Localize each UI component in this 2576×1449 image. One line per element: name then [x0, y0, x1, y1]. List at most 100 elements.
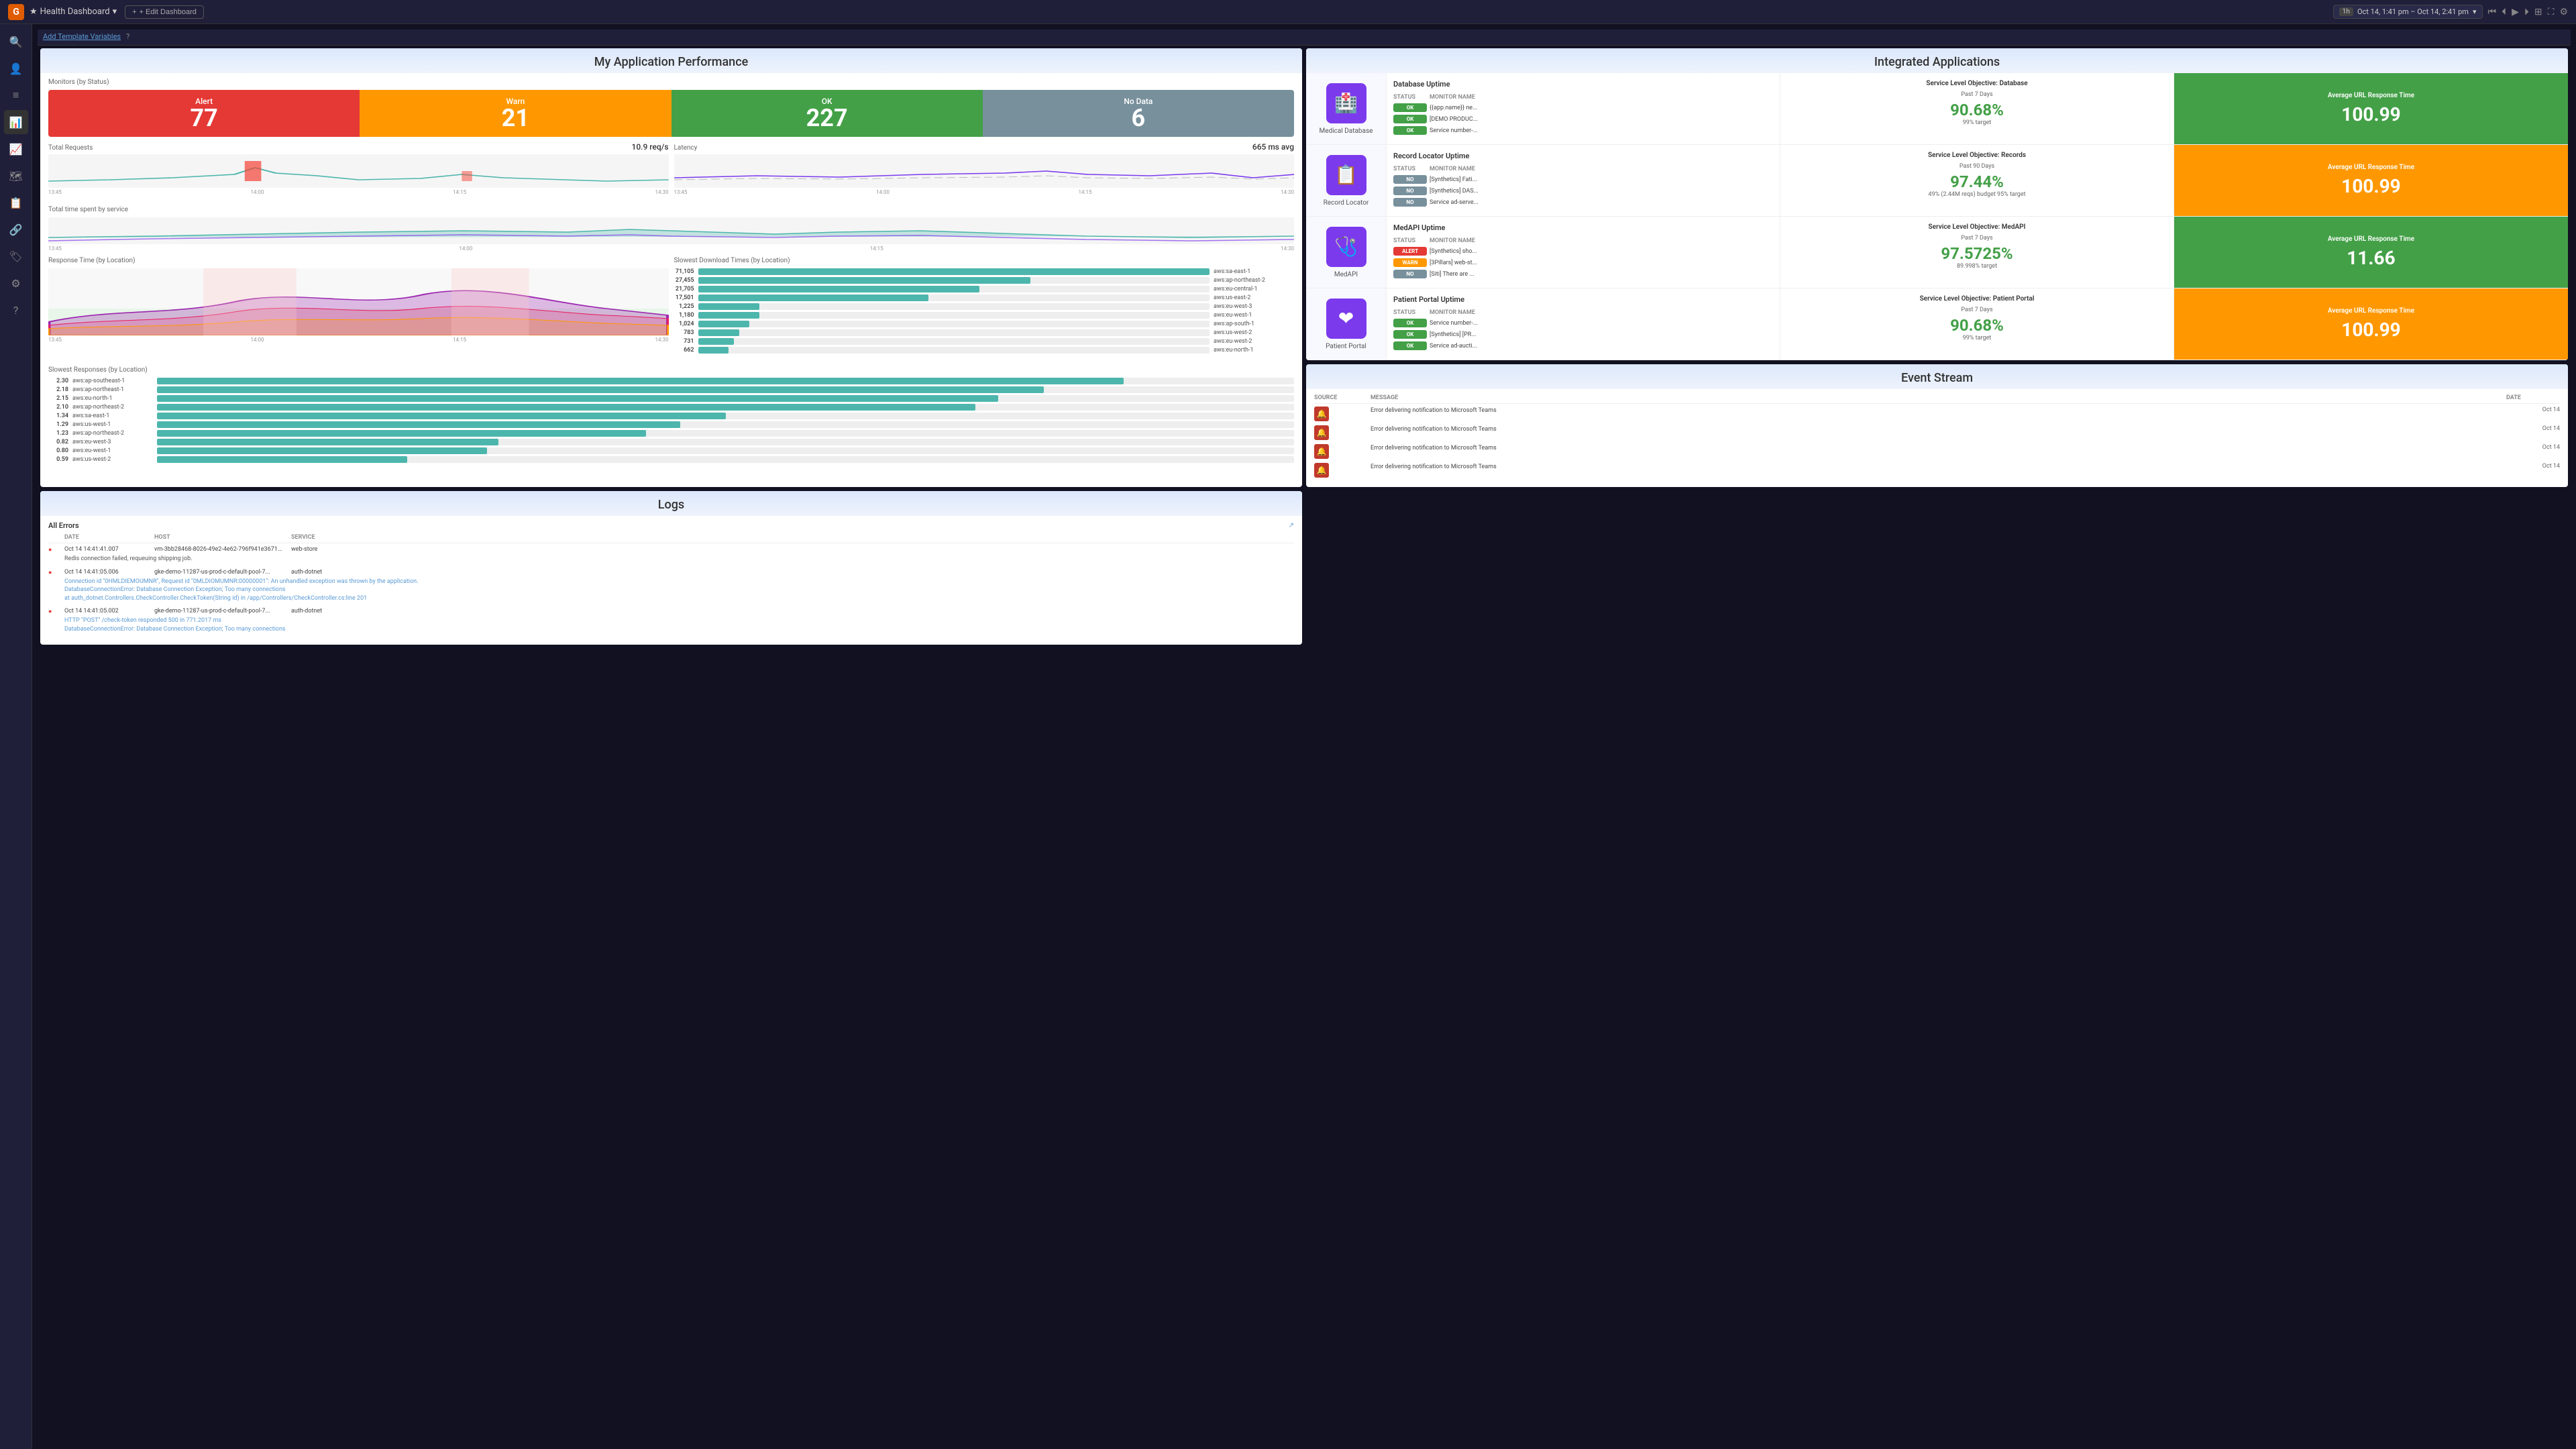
help-icon[interactable]: ? — [126, 32, 129, 41]
status-box-warn[interactable]: Warn 21 — [360, 90, 671, 137]
star-icon[interactable]: ★ — [30, 7, 38, 17]
plus-icon: + — [132, 8, 136, 16]
bar-fill — [157, 447, 487, 454]
uptime-title: Patient Portal Uptime — [1393, 295, 1773, 304]
uptime-row: NO [Synthetics] Fati... — [1393, 175, 1773, 184]
bar-track — [698, 329, 1210, 336]
response-label: aws:us-west-2 — [72, 456, 153, 463]
response-value: 1.34 — [48, 413, 68, 419]
total-requests-value: 10.9 req/s — [632, 142, 669, 152]
bar-track — [157, 378, 1294, 384]
event-row: 🔔 Error delivering notification to Micro… — [1314, 407, 2560, 421]
event-date: Oct 14 — [2506, 425, 2560, 432]
log-row: ● Oct 14 14:41:05.002 gke-demo-11287-us-… — [48, 608, 1294, 635]
event-message: Error delivering notification to Microso… — [1371, 463, 2504, 472]
grid-view-button[interactable]: ⊞ — [2534, 6, 2542, 17]
bar-track — [698, 321, 1210, 327]
play-button[interactable]: ▶ — [2512, 6, 2519, 17]
bar-track — [698, 294, 1210, 301]
time-spent-label: Total time spent by service — [48, 206, 1294, 213]
nav-right: 1h Oct 14, 1:41 pm – Oct 14, 2:41 pm ▾ ⏮… — [2333, 5, 2568, 19]
event-date: Oct 14 — [2506, 444, 2560, 451]
log-indicator: ● — [48, 546, 62, 553]
slo-cell: Service Level Objective: Patient Portal … — [1780, 288, 2174, 360]
log-date: Oct 14 14:41:41.007 — [64, 546, 152, 553]
response-label: aws:eu-north-1 — [72, 395, 153, 402]
sidebar-item-search[interactable]: 🔍 — [4, 30, 28, 54]
dashboard-title: Health Dashboard — [40, 7, 110, 17]
sidebar-item-help[interactable]: ? — [4, 298, 28, 322]
bar-track — [157, 456, 1294, 463]
time-range-selector[interactable]: 1h Oct 14, 1:41 pm – Oct 14, 2:41 pm ▾ — [2333, 5, 2483, 19]
sidebar-item-list[interactable]: ≡ — [4, 83, 28, 107]
log-service: auth-dotnet — [291, 569, 358, 576]
slo-period: Past 7 Days — [1787, 91, 2167, 98]
forward-button[interactable]: ⏵ — [2524, 6, 2529, 17]
time-range-text: Oct 14, 1:41 pm – Oct 14, 2:41 pm — [2357, 7, 2469, 16]
total-requests-chart-area — [48, 154, 669, 188]
sidebar-item-user[interactable]: 👤 — [4, 56, 28, 80]
response-label: aws:eu-west-3 — [72, 439, 153, 445]
event-row: 🔔 Error delivering notification to Micro… — [1314, 444, 2560, 459]
charts-row: Total Requests 10.9 req/s 13:4514:0014: — [40, 142, 1302, 201]
status-box-alert[interactable]: Alert 77 — [48, 90, 360, 137]
total-requests-axis: 13:4514:0014:1514:30 — [48, 189, 669, 195]
fullscreen-button[interactable]: ⛶ — [2548, 6, 2555, 17]
slowest-download-label: Slowest Download Times (by Location) — [674, 257, 1295, 264]
download-bar-item: 21,705 aws:eu-central-1 — [674, 286, 1295, 292]
settings-button[interactable]: ⚙ — [2559, 6, 2568, 17]
status-box-ok[interactable]: OK 227 — [672, 90, 983, 137]
slo-title: Service Level Objective: MedAPI — [1787, 223, 2167, 231]
back-button[interactable]: ⏴ — [2502, 6, 2506, 17]
download-value: 27,455 — [674, 277, 694, 284]
right-column: Integrated Applications 🏥 Medical Databa… — [1306, 48, 2568, 487]
download-label: aws:ap-northeast-2 — [1214, 277, 1294, 284]
sidebar-item-tags[interactable]: 🏷 — [4, 244, 28, 268]
avg-resp-value: 100.99 — [2341, 103, 2400, 125]
chevron-down-icon[interactable]: ▾ — [113, 7, 117, 17]
download-chart: 71,105 aws:sa-east-1 27,455 aws:ap-north… — [674, 268, 1295, 354]
download-bar-item: 1,180 aws:eu-west-1 — [674, 312, 1295, 319]
monitor-name: Service ad-aucti... — [1430, 343, 1773, 350]
app-icon: ❤ — [1326, 299, 1366, 339]
uptime-cell: MedAPI Uptime STATUSMONITOR NAME ALERT [… — [1387, 217, 1780, 288]
slo-cell: Service Level Objective: MedAPI Past 7 D… — [1780, 217, 2174, 288]
status-box-nodata[interactable]: No Data 6 — [983, 90, 1294, 137]
download-bar-item: 27,455 aws:ap-northeast-2 — [674, 277, 1295, 284]
latency-label: Latency — [674, 144, 698, 152]
avg-resp-title: Average URL Response Time — [2328, 235, 2414, 243]
response-time-section: Response Time (by Location) — [48, 257, 669, 356]
uptime-cell: Record Locator Uptime STATUSMONITOR NAME… — [1387, 145, 1780, 216]
uptime-cell: Database Uptime STATUSMONITOR NAME OK {{… — [1387, 73, 1780, 144]
download-label: aws:eu-west-1 — [1214, 312, 1294, 319]
uptime-col-headers: STATUSMONITOR NAME — [1393, 237, 1773, 244]
main-content: Add Template Variables ? My Application … — [32, 24, 2576, 1449]
logs-external-link[interactable]: ↗ — [1289, 522, 1294, 529]
response-value: 2.15 — [48, 395, 68, 402]
sidebar-item-map[interactable]: 🗺 — [4, 164, 28, 188]
add-template-variables-link[interactable]: Add Template Variables — [43, 32, 121, 41]
monitor-name: [Synthetics] Fati... — [1430, 176, 1773, 183]
uptime-row: OK [DEMO PRODUC... — [1393, 115, 1773, 123]
response-label: aws:ap-southeast-1 — [72, 378, 153, 384]
uptime-row: NO [Siti] There are ... — [1393, 270, 1773, 278]
status-badge: NO — [1393, 175, 1427, 184]
apps-container: 🏥 Medical Database Database Uptime STATU… — [1306, 73, 2568, 360]
edit-dashboard-button[interactable]: + + Edit Dashboard — [125, 5, 204, 19]
sidebar-item-integrations[interactable]: 🔗 — [4, 217, 28, 241]
sidebar-item-logs[interactable]: 📋 — [4, 191, 28, 215]
log-host: vm-3bb28468-8026-49e2-4e62-796f941e3671.… — [154, 546, 288, 553]
app-icon: 🏥 — [1326, 83, 1366, 123]
app-icon-cell: 🏥 Medical Database — [1306, 73, 1387, 144]
slowest-download-section: Slowest Download Times (by Location) 71,… — [674, 257, 1295, 356]
slo-period: Past 90 Days — [1787, 163, 2167, 170]
bar-track — [698, 312, 1210, 319]
sidebar-item-dashboard[interactable]: 📊 — [4, 110, 28, 134]
uptime-row: OK Service number-... — [1393, 126, 1773, 135]
status-badge: OK — [1393, 115, 1427, 123]
sidebar-item-metrics[interactable]: 📈 — [4, 137, 28, 161]
sidebar-item-settings[interactable]: ⚙ — [4, 271, 28, 295]
rewind-button[interactable]: ⏮ — [2488, 6, 2497, 17]
time-spent-axis: 13:4514:0014:1514:30 — [48, 246, 1294, 252]
event-source-icon: 🔔 — [1314, 444, 1329, 459]
